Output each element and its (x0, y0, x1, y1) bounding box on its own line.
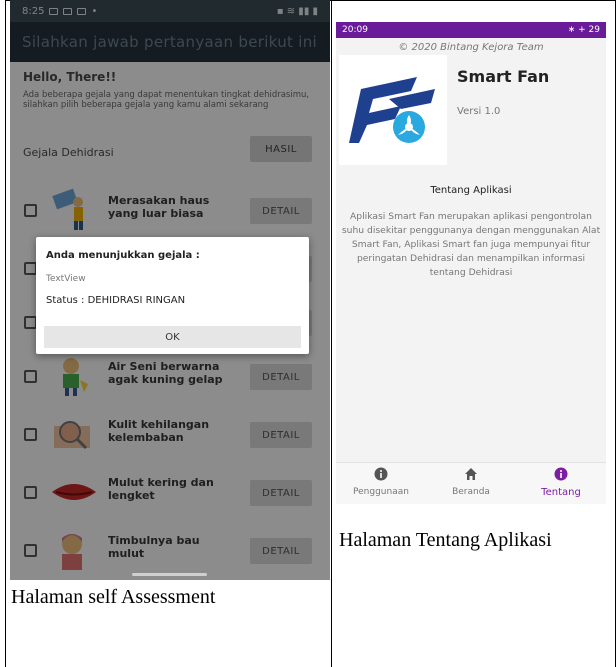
battery-indicator: ∗ + 29 (568, 25, 600, 35)
self-assessment-screen: 8:25 • ▪ ≋ ▮▮ ▮ Silahkan jawab pertanyaa… (10, 0, 330, 580)
about-title: Tentang Aplikasi (430, 185, 512, 196)
bluetooth-icon: ∗ + (567, 25, 589, 35)
tab-tentang[interactable]: Tentang (516, 467, 606, 498)
dialog-status: Status : DEHIDRASI RINGAN (46, 295, 186, 306)
smart-fan-logo (339, 55, 447, 165)
tab-label: Tentang (541, 487, 581, 498)
about-description: Aplikasi Smart Fan merupakan aplikasi pe… (341, 211, 601, 278)
result-dialog: Anda menunjukkan gejala : TextView Statu… (36, 237, 309, 354)
tab-penggunaan[interactable]: Penggunaan (336, 467, 426, 497)
caption-about: Halaman Tentang Aplikasi (339, 529, 552, 551)
status-time: 20:09 (342, 25, 368, 35)
info-icon (374, 467, 388, 481)
table-border-left (5, 0, 6, 667)
home-icon (465, 468, 477, 480)
table-divider (331, 0, 332, 667)
battery-level: 29 (588, 25, 600, 35)
info-icon (554, 467, 568, 481)
app-version: Versi 1.0 (457, 106, 501, 117)
status-bar: 20:09 ∗ + 29 (336, 22, 606, 38)
tab-label: Penggunaan (353, 487, 409, 497)
bottom-navigation: Penggunaan Beranda Tentang (336, 462, 606, 504)
tab-beranda[interactable]: Beranda (426, 467, 516, 497)
tab-label: Beranda (452, 487, 490, 497)
about-screen: 20:09 ∗ + 29 © 2020 Bintang Kejora Team … (336, 22, 606, 504)
ok-button[interactable]: OK (44, 326, 301, 348)
caption-self-assessment: Halaman self Assessment (11, 586, 216, 608)
dialog-symptom-text: TextView (46, 274, 86, 284)
copyright-text: © 2020 Bintang Kejora Team (398, 42, 544, 53)
app-name: Smart Fan (457, 67, 550, 86)
gesture-bar[interactable] (132, 573, 207, 576)
dialog-title: Anda menunjukkan gejala : (46, 250, 200, 261)
